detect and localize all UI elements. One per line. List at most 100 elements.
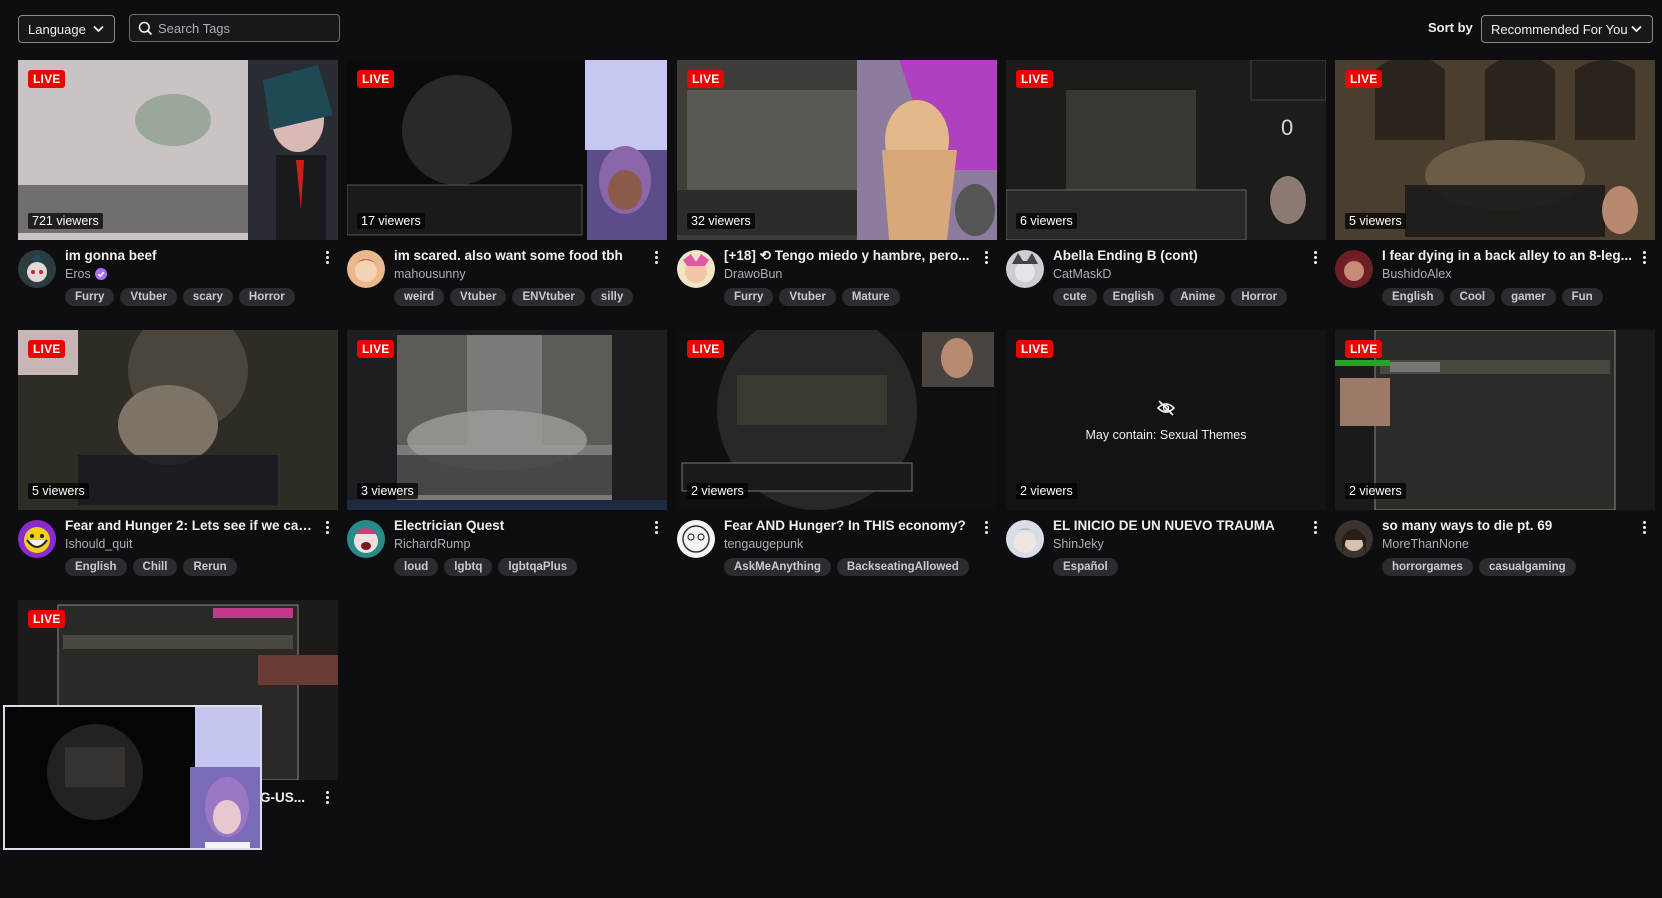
stream-thumbnail[interactable]: LIVE 32 viewers xyxy=(677,60,997,240)
channel-avatar[interactable] xyxy=(1006,250,1044,288)
more-options-icon[interactable] xyxy=(323,790,331,806)
stream-thumbnail[interactable]: LIVE 5 viewers xyxy=(18,330,338,510)
tag[interactable]: horrorgames xyxy=(1382,558,1473,576)
tag[interactable]: Horror xyxy=(1231,288,1288,306)
tag[interactable]: scary xyxy=(182,288,233,306)
live-badge: LIVE xyxy=(687,340,725,358)
tag[interactable]: Español xyxy=(1053,558,1118,576)
stream-title[interactable]: Fear AND Hunger? In THIS economy? xyxy=(724,518,979,533)
live-badge: LIVE xyxy=(1016,70,1054,88)
channel-avatar[interactable] xyxy=(18,520,56,558)
channel-name[interactable]: ShinJeky xyxy=(1053,537,1104,551)
tag[interactable]: Furry xyxy=(724,288,774,306)
tag[interactable]: Rerun xyxy=(183,558,237,576)
tag-list: English Cool gamer Fun xyxy=(1382,288,1603,306)
tag[interactable]: Vtuber xyxy=(779,288,836,306)
channel-name[interactable]: mahousunny xyxy=(394,267,466,281)
stream-title[interactable]: im scared. also want some food tbh xyxy=(394,248,649,263)
more-options-icon[interactable] xyxy=(1640,250,1648,266)
more-options-icon[interactable] xyxy=(652,250,660,266)
stream-thumbnail[interactable]: LIVE 5 viewers xyxy=(1335,60,1655,240)
viewer-count: 2 viewers xyxy=(687,483,748,499)
more-options-icon[interactable] xyxy=(1640,520,1648,536)
stream-title[interactable]: Abella Ending B (cont) xyxy=(1053,248,1308,263)
tag[interactable]: Horror xyxy=(238,288,295,306)
live-badge: LIVE xyxy=(1016,340,1054,358)
tag[interactable]: weird xyxy=(394,288,445,306)
stream-title[interactable]: Fear and Hunger 2: Lets see if we can ..… xyxy=(65,518,320,533)
tag[interactable]: Anime xyxy=(1170,288,1226,306)
search-tags-input[interactable]: Search Tags xyxy=(129,14,340,42)
chevron-down-icon xyxy=(93,25,104,33)
tag[interactable]: lgbtqaPlus xyxy=(498,558,578,576)
tag[interactable]: gamer xyxy=(1501,288,1556,306)
stream-preview-popup[interactable] xyxy=(3,705,262,850)
channel-name-row: mahousunny xyxy=(394,267,466,281)
more-options-icon[interactable] xyxy=(1311,520,1319,536)
tag-list: Furry Vtuber Mature xyxy=(724,288,900,306)
channel-avatar[interactable] xyxy=(1335,250,1373,288)
stream-title[interactable]: I fear dying in a back alley to an 8-leg… xyxy=(1382,248,1637,263)
stream-title[interactable]: so many ways to die pt. 69 xyxy=(1382,518,1637,533)
stream-title[interactable]: G-US... xyxy=(260,790,320,805)
stream-title[interactable]: im gonna beef xyxy=(65,248,320,263)
channel-avatar[interactable] xyxy=(677,520,715,558)
tag[interactable]: silly xyxy=(590,288,634,306)
channel-name[interactable]: CatMaskD xyxy=(1053,267,1111,281)
channel-avatar[interactable] xyxy=(347,250,385,288)
tag[interactable]: loud xyxy=(394,558,439,576)
channel-name[interactable]: Ishould_quit xyxy=(65,537,132,551)
tag[interactable]: Mature xyxy=(841,288,900,306)
channel-name[interactable]: tengaugepunk xyxy=(724,537,803,551)
more-options-icon[interactable] xyxy=(652,520,660,536)
stream-title[interactable]: Electrician Quest xyxy=(394,518,649,533)
channel-avatar[interactable] xyxy=(18,250,56,288)
tag[interactable]: Cool xyxy=(1449,288,1496,306)
stream-thumbnail[interactable]: May contain: Sexual Themes LIVE 2 viewer… xyxy=(1006,330,1326,510)
channel-name[interactable]: Eros xyxy=(65,267,91,281)
channel-name[interactable]: MoreThanNone xyxy=(1382,537,1469,551)
viewer-count: 17 viewers xyxy=(357,213,425,229)
stream-thumbnail[interactable]: LIVE 3 viewers xyxy=(347,330,667,510)
more-options-icon[interactable] xyxy=(982,520,990,536)
tag[interactable]: Vtuber xyxy=(450,288,507,306)
tag[interactable]: casualgaming xyxy=(1478,558,1576,576)
tag[interactable]: Vtuber xyxy=(120,288,177,306)
channel-avatar[interactable] xyxy=(677,250,715,288)
more-options-icon[interactable] xyxy=(323,520,331,536)
tag[interactable]: English xyxy=(1102,288,1165,306)
tag[interactable]: Fun xyxy=(1561,288,1603,306)
tag[interactable]: lgbtq xyxy=(444,558,493,576)
channel-name[interactable]: BushidoAlex xyxy=(1382,267,1452,281)
channel-avatar[interactable] xyxy=(1006,520,1044,558)
viewer-count: 721 viewers xyxy=(28,213,103,229)
tag[interactable]: AskMeAnything xyxy=(724,558,831,576)
channel-name[interactable]: RichardRump xyxy=(394,537,470,551)
channel-avatar[interactable] xyxy=(347,520,385,558)
channel-name-row: Eros xyxy=(65,267,107,281)
channel-name[interactable]: DrawoBun xyxy=(724,267,782,281)
stream-thumbnail[interactable]: LIVE 2 viewers xyxy=(1335,330,1655,510)
tag[interactable]: ENVtuber xyxy=(512,288,585,306)
stream-thumbnail[interactable]: LIVE 17 viewers xyxy=(347,60,667,240)
stream-thumbnail[interactable]: LIVE 721 viewers xyxy=(18,60,338,240)
stream-title[interactable]: [+18] ⟲ Tengo miedo y hambre, pero... xyxy=(724,248,979,264)
tag[interactable]: Furry xyxy=(65,288,115,306)
stream-title[interactable]: EL INICIO DE UN NUEVO TRAUMA xyxy=(1053,518,1308,533)
tag[interactable]: cute xyxy=(1053,288,1097,306)
tag-list: horrorgames casualgaming xyxy=(1382,558,1576,576)
search-icon xyxy=(138,21,153,36)
sort-dropdown[interactable]: Recommended For You xyxy=(1481,15,1653,43)
live-badge: LIVE xyxy=(28,610,66,628)
more-options-icon[interactable] xyxy=(1311,250,1319,266)
stream-thumbnail[interactable]: 0 LIVE 6 viewers xyxy=(1006,60,1326,240)
more-options-icon[interactable] xyxy=(982,250,990,266)
more-options-icon[interactable] xyxy=(323,250,331,266)
tag[interactable]: English xyxy=(1382,288,1444,306)
channel-avatar[interactable] xyxy=(1335,520,1373,558)
stream-thumbnail[interactable]: LIVE 2 viewers xyxy=(677,330,997,510)
tag[interactable]: Chill xyxy=(132,558,178,576)
tag[interactable]: BackseatingAllowed xyxy=(836,558,969,576)
language-dropdown[interactable]: Language xyxy=(18,15,115,43)
tag[interactable]: English xyxy=(65,558,127,576)
